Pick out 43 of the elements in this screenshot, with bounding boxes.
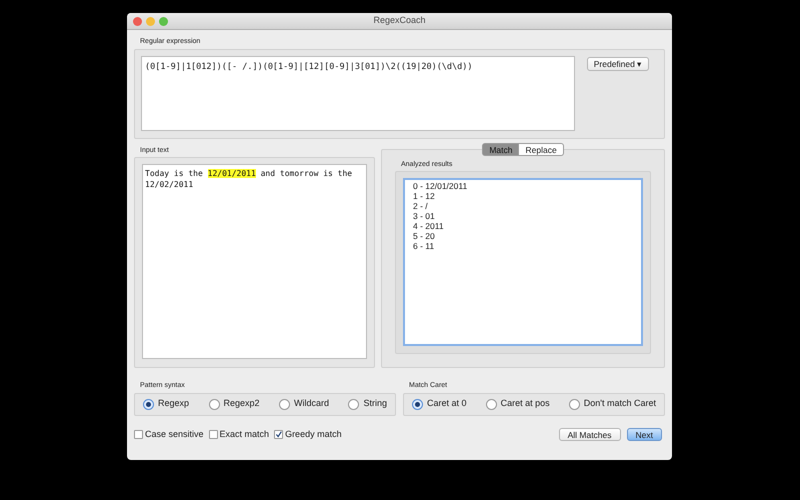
radio-label: Wildcard: [294, 397, 330, 410]
zoom-icon[interactable]: [159, 16, 168, 26]
input-text: 12/02/2011: [145, 180, 194, 189]
checkbox-label: Case sensitive: [145, 428, 204, 440]
result-item[interactable]: 1 - 12: [413, 191, 633, 201]
highlighted-match: 12/01/2011: [208, 169, 256, 178]
radio-button[interactable]: [279, 398, 290, 410]
result-item[interactable]: 2 - /: [413, 201, 633, 211]
predefined-button[interactable]: Predefined ▾: [587, 56, 649, 70]
result-item[interactable]: 4 - 2011: [413, 221, 633, 231]
radio-label: Caret at 0: [427, 397, 467, 410]
radio-button[interactable]: [486, 398, 497, 410]
check-icon: [275, 430, 282, 439]
tab[interactable]: Replace: [519, 142, 564, 156]
input-text: and tomorrow is the: [260, 169, 352, 178]
regex-field[interactable]: (0[1-9]|1[012])([- /.])(0[1-9]|[12][0-9]|3[01])\2((19|20)(\d\d)): [141, 56, 575, 130]
radio-label: Regexp: [158, 397, 190, 410]
checkbox[interactable]: [274, 430, 284, 439]
checkbox-label: Greedy match: [285, 428, 342, 441]
result-item[interactable]: 3 - 01: [413, 211, 633, 221]
checkbox[interactable]: [208, 430, 218, 439]
radio-label: Caret at pos: [500, 397, 550, 410]
all-matches-button[interactable]: All Matches: [558, 428, 621, 441]
checkbox[interactable]: [134, 430, 143, 439]
close-icon[interactable]: [133, 16, 142, 26]
radio-button[interactable]: [143, 398, 154, 410]
result-item[interactable]: 6 - 11: [413, 241, 633, 251]
radio-label: String: [363, 397, 387, 410]
next-button[interactable]: Next: [626, 428, 662, 441]
input-text: Today is the: [145, 169, 204, 178]
input-text-field[interactable]: Today is the 12/01/2011 and tomorrow is the 12/02/2011: [142, 164, 367, 359]
results-list[interactable]: 0 - 12/01/2011 1 - 12 2 - / 3 - 01 4 - 2011 5 - 20 6 - 11: [403, 178, 643, 346]
result-item[interactable]: 0 - 12/01/2011: [413, 181, 633, 191]
window-title: RegexCoach: [373, 14, 426, 28]
radio-label: Don't match Caret: [584, 397, 656, 410]
radio-button[interactable]: [412, 398, 423, 410]
radio-button[interactable]: [208, 398, 220, 410]
result-item[interactable]: 5 - 20: [413, 231, 633, 241]
checkbox-label: Exact match: [220, 428, 270, 440]
radio-label: Regexp2: [224, 397, 260, 410]
radio-button[interactable]: [348, 398, 360, 410]
tab[interactable]: Match: [482, 142, 520, 156]
radio-button[interactable]: [568, 398, 580, 410]
